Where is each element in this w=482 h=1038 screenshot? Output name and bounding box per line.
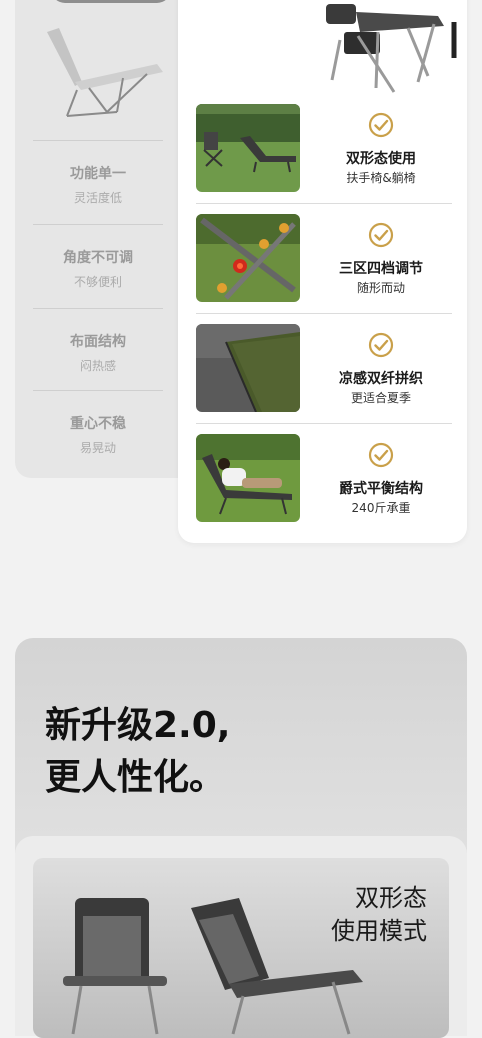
- upgrade-section: 新升级2.0, 更人性化。 双形态 使用模式: [15, 638, 467, 1038]
- upgrade-headline: 新升级2.0, 更人性化。: [45, 700, 230, 804]
- feature-subtitle: 扶手椅&躺椅: [346, 171, 416, 185]
- feature-title: 爵式平衡结构: [339, 481, 423, 497]
- card-tab: [51, 0, 171, 3]
- headline-line: 新升级2.0,: [45, 705, 231, 746]
- mode-title: 双形态 使用模式: [331, 882, 427, 948]
- drawback-title: 角度不可调: [63, 250, 133, 266]
- drawback-subtitle: 易晃动: [79, 441, 116, 455]
- check-circle-icon: [368, 112, 394, 138]
- divider: [196, 313, 452, 314]
- feature-title: 双形态使用: [346, 151, 416, 167]
- mode-title-line: 双形态: [355, 884, 427, 912]
- feature-photo-fabric: [196, 324, 300, 412]
- feature-subtitle: 240斤承重: [351, 501, 411, 515]
- drawback-title: 功能单一: [70, 166, 126, 182]
- drawback-title: 布面结构: [70, 334, 126, 350]
- dual-mode-photo: 双形态 使用模式: [33, 858, 449, 1038]
- mode-title-line: 使用模式: [331, 917, 427, 945]
- comparison-section: 功能单一 灵活度低 角度不可调 不够便利 布面结构 闷热感 重心不稳 易晃动 双…: [0, 0, 482, 592]
- divider: [196, 203, 452, 204]
- drawback-item: 功能单一 灵活度低: [33, 140, 163, 206]
- product-features-card: 双形态使用 扶手椅&躺椅 三区四档调节 随形而动 凉感双纤拼织 更适合夏季 爵式…: [178, 0, 467, 543]
- feature-item: 凉感双纤拼织 更适合夏季: [196, 324, 452, 434]
- drawback-item: 布面结构 闷热感: [33, 308, 163, 374]
- feature-item: 三区四档调节 随形而动: [196, 214, 452, 324]
- feature-item: 爵式平衡结构 240斤承重: [196, 434, 452, 544]
- check-circle-icon: [368, 222, 394, 248]
- check-circle-icon: [368, 442, 394, 468]
- feature-photo-balance: [196, 434, 300, 522]
- plain-lounge-chair-image: [47, 28, 163, 117]
- drawback-item: 角度不可调 不够便利: [33, 224, 163, 290]
- feature-subtitle: 随形而动: [356, 281, 405, 295]
- feature-photo-adjustment: [196, 214, 300, 302]
- mode-panel: 双形态 使用模式: [15, 836, 467, 1038]
- feature-title: 凉感双纤拼织: [339, 371, 423, 387]
- drawback-title: 重心不稳: [70, 416, 126, 432]
- drawback-subtitle: 灵活度低: [73, 191, 122, 205]
- check-circle-icon: [368, 332, 394, 358]
- feature-item: 双形态使用 扶手椅&躺椅: [196, 104, 452, 214]
- drawback-subtitle: 闷热感: [79, 359, 116, 373]
- drawback-subtitle: 不够便利: [73, 275, 122, 289]
- feature-photo-dual-mode: [196, 104, 300, 192]
- headline-line: 更人性化。: [45, 757, 226, 798]
- product-chair-image: [326, 4, 457, 93]
- feature-title: 三区四档调节: [339, 261, 423, 277]
- drawback-item: 重心不稳 易晃动: [33, 390, 163, 456]
- divider: [196, 423, 452, 424]
- feature-subtitle: 更适合夏季: [350, 391, 411, 405]
